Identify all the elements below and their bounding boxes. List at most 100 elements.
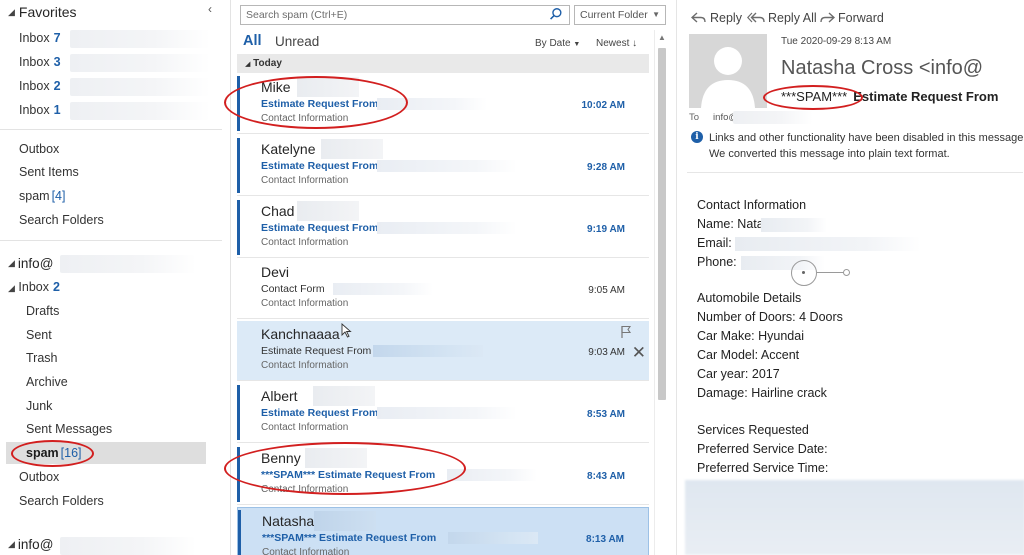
filter-unread-tab[interactable]: Unread [275, 34, 319, 49]
delete-icon[interactable]: ✕ [632, 344, 646, 361]
reply-button[interactable]: Reply [691, 11, 742, 25]
search-icon[interactable] [549, 7, 563, 21]
folder-account-inbox[interactable]: ◢ Inbox 2 [8, 280, 60, 294]
message-row-selected[interactable]: Natasha ***SPAM*** Estimate Request From… [237, 507, 649, 555]
message-row[interactable]: Mike Estimate Request From Contact Infor… [237, 74, 649, 134]
folder-inbox-4[interactable]: Inbox 1 [19, 103, 61, 117]
redacted-name [321, 139, 383, 159]
folder-inbox-2[interactable]: Inbox 3 [19, 55, 61, 69]
info-bar-line[interactable]: Links and other functionality have been … [709, 132, 1023, 144]
message-sender: Albert [261, 388, 298, 404]
account-header-2[interactable]: ◢ info@ [8, 537, 53, 552]
sender-avatar [689, 34, 767, 108]
message-list-pane: Search spam (Ctrl+E) Current Folder ▼ Al… [224, 0, 670, 555]
folder-sent[interactable]: Sent [26, 328, 52, 342]
message-preview: Contact Information [261, 237, 349, 248]
mouse-cursor-icon [341, 323, 352, 338]
favorites-header[interactable]: ◢ Favorites [8, 4, 77, 20]
body-line: Car year: 2017 [697, 367, 780, 381]
message-time: 8:53 AM [587, 409, 625, 420]
collapse-pane-icon[interactable]: ‹ [208, 2, 212, 16]
filter-all-tab[interactable]: All [243, 33, 262, 49]
body-line: Services Requested [697, 423, 809, 437]
collapse-triangle-icon[interactable]: ◢ [245, 61, 250, 68]
sort-by-dropdown[interactable]: By Date ▼ [535, 38, 580, 49]
forward-button[interactable]: Forward [819, 11, 884, 25]
body-line: Car Model: Accent [697, 348, 800, 362]
message-time: 10:02 AM [581, 100, 625, 111]
folder-search-folders-2[interactable]: Search Folders [19, 494, 104, 508]
scroll-up-icon[interactable]: ▲ [658, 33, 666, 42]
info-bar-line: We converted this message into plain tex… [709, 148, 950, 160]
redacted-subject [448, 532, 538, 544]
redacted-name [297, 77, 359, 97]
search-scope-dropdown[interactable]: Current Folder ▼ [574, 5, 666, 25]
message-row[interactable]: Devi Contact Form Contact Information 9:… [237, 259, 649, 319]
message-row[interactable]: Kanchnaaaa Estimate Request From Contact… [237, 321, 649, 381]
separator [0, 129, 222, 130]
message-row[interactable]: Benny ***SPAM*** Estimate Request From C… [237, 445, 649, 505]
message-list-scrollbar[interactable]: ▲ [654, 30, 668, 555]
scrollbar-thumb[interactable] [658, 48, 666, 400]
redacted-account [70, 102, 210, 120]
arrow-down-icon: ↓ [632, 38, 638, 49]
info-icon: i [691, 131, 703, 143]
redacted-content [685, 480, 1024, 555]
message-subject: Estimate Request From [261, 160, 379, 172]
collapse-triangle-icon[interactable]: ◢ [8, 258, 15, 269]
pane-divider[interactable] [230, 0, 231, 555]
group-header-today[interactable]: ◢ Today [237, 54, 649, 73]
search-input[interactable]: Search spam (Ctrl+E) [246, 9, 347, 21]
separator [0, 240, 222, 241]
folder-sent-messages[interactable]: Sent Messages [26, 422, 112, 436]
redacted-text [735, 237, 921, 251]
body-line: Preferred Service Time: [697, 461, 829, 475]
body-line: Automobile Details [697, 291, 802, 305]
folder-trash[interactable]: Trash [26, 351, 58, 365]
cursor-target-end [843, 269, 850, 276]
folder-spam-selected[interactable]: spam [16] [26, 446, 82, 460]
folder-inbox-3[interactable]: Inbox 2 [19, 79, 61, 93]
message-subject: Estimate Request From [261, 407, 379, 419]
body-line: Car Make: Hyundai [697, 329, 804, 343]
redacted-text [761, 218, 827, 232]
message-row[interactable]: Katelyne Estimate Request From Contact I… [237, 136, 649, 196]
search-box[interactable]: Search spam (Ctrl+E) [240, 5, 570, 25]
folder-inbox-1[interactable]: Inbox 7 [19, 31, 61, 45]
message-preview: Contact Information [261, 360, 349, 371]
redacted-subject [377, 222, 517, 234]
message-sender: Natasha [262, 513, 315, 529]
redacted-recipient [733, 111, 813, 124]
redacted-subject [373, 345, 483, 357]
sort-order-toggle[interactable]: Newest ↓ [596, 38, 637, 49]
flag-icon[interactable] [619, 325, 633, 339]
separator [687, 172, 1023, 173]
message-time: 8:13 AM [586, 534, 624, 545]
folder-archive[interactable]: Archive [26, 375, 68, 389]
collapse-triangle-icon[interactable]: ◢ [8, 283, 15, 294]
message-preview: Contact Information [261, 484, 349, 495]
reading-pane: Reply Reply All Forward Tue 2020-09-29 8… [676, 0, 1024, 555]
collapse-triangle-icon[interactable]: ◢ [8, 539, 15, 550]
account-header[interactable]: ◢ info@ [8, 256, 53, 271]
message-sender: Katelyne [261, 141, 316, 157]
folder-outbox-2[interactable]: Outbox [19, 470, 59, 484]
folder-junk[interactable]: Junk [26, 399, 52, 413]
body-line: Damage: Hairline crack [697, 386, 827, 400]
collapse-triangle-icon[interactable]: ◢ [8, 7, 15, 18]
redacted-subject [447, 469, 537, 481]
redacted-account [70, 54, 210, 72]
message-row[interactable]: Chad Estimate Request From Contact Infor… [237, 198, 649, 258]
folder-sent-items[interactable]: Sent Items [19, 165, 79, 179]
folder-outbox[interactable]: Outbox [19, 142, 59, 156]
body-line: Phone: [697, 255, 737, 269]
reply-all-button[interactable]: Reply All [747, 11, 817, 25]
folder-search-folders[interactable]: Search Folders [19, 213, 104, 227]
message-time: 9:03 AM [588, 347, 625, 358]
forward-icon [820, 12, 835, 23]
message-row[interactable]: Albert Estimate Request From Contact Inf… [237, 383, 649, 443]
message-subject: Estimate Request From [261, 222, 379, 234]
message-sender: Kanchnaaaa [261, 326, 340, 342]
folder-spam[interactable]: spam [4] [19, 189, 65, 203]
folder-drafts[interactable]: Drafts [26, 304, 59, 318]
